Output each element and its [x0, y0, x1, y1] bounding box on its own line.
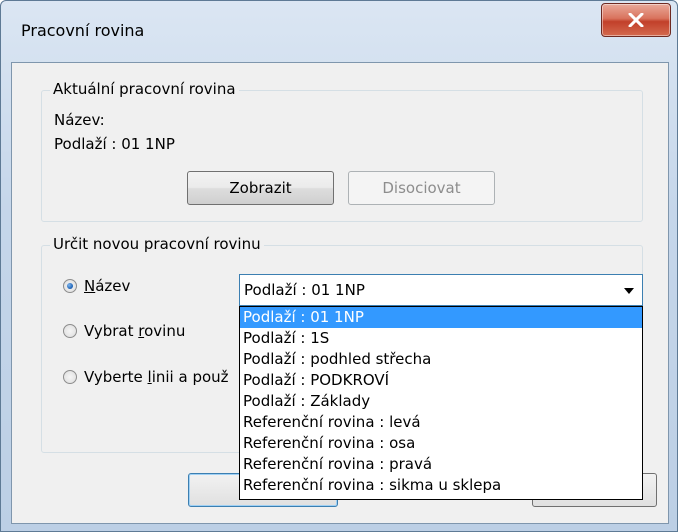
current-plane-name: Název:	[54, 111, 105, 129]
dissociate-button[interactable]: Disociovat	[348, 171, 495, 205]
dropdown-item[interactable]: Referenční rovina : pravá	[240, 454, 642, 475]
dropdown-item[interactable]: Podlaží : podhled střecha	[240, 349, 642, 370]
dropdown-item[interactable]: Podlaží : 1S	[240, 328, 642, 349]
new-plane-group-label: Určit novou pracovní rovinu	[50, 235, 264, 253]
dropdown-item[interactable]: Podlaží : PODKROVÍ	[240, 370, 642, 391]
current-plane-level: Podlaží : 01 1NP	[54, 135, 175, 153]
radio-name-label-rest: ázev	[95, 277, 131, 295]
close-button[interactable]	[601, 3, 671, 37]
radio-pick-line-indicator[interactable]	[63, 370, 77, 384]
radio-name[interactable]: Název	[63, 277, 130, 295]
radio-name-indicator[interactable]	[63, 279, 77, 293]
dialog-client-area: Aktuální pracovní rovina Název: Podlaží …	[11, 62, 669, 524]
current-plane-group: Aktuální pracovní rovina	[41, 80, 643, 222]
dropdown-item[interactable]: Referenční rovina : sikma u sklepa	[240, 475, 642, 496]
show-button[interactable]: Zobrazit	[187, 171, 334, 205]
dropdown-item[interactable]: Referenční rovina : osa	[240, 433, 642, 454]
dropdown-item[interactable]: Podlaží : Základy	[240, 391, 642, 412]
dropdown-item[interactable]: Podlaží : 01 1NP	[240, 307, 642, 328]
plane-name-combobox[interactable]: Podlaží : 01 1NP	[239, 274, 643, 306]
radio-name-mnemonic: N	[84, 277, 96, 295]
radio-pick-plane[interactable]: Vybrat rovinu	[63, 322, 185, 340]
radio-pick-plane-label: Vybrat rovinu	[84, 322, 186, 340]
dropdown-item[interactable]: Referenční rovina : levá	[240, 412, 642, 433]
radio-pick-line[interactable]: Vyberte linii a použ	[63, 368, 229, 386]
title-bar[interactable]: Pracovní rovina	[1, 1, 677, 61]
dialog-window: Pracovní rovina Aktuální pracovní rovina…	[0, 0, 678, 532]
close-icon	[628, 13, 644, 27]
current-plane-group-label: Aktuální pracovní rovina	[50, 80, 239, 98]
window-title: Pracovní rovina	[21, 21, 145, 40]
radio-pick-line-label: Vyberte linii a použ	[84, 368, 229, 386]
radio-pick-plane-indicator[interactable]	[63, 324, 77, 338]
combobox-value: Podlaží : 01 1NP	[244, 281, 365, 299]
chevron-down-icon[interactable]	[624, 288, 634, 294]
plane-dropdown-list[interactable]: Podlaží : 01 1NP Podlaží : 1S Podlaží : …	[239, 306, 643, 500]
